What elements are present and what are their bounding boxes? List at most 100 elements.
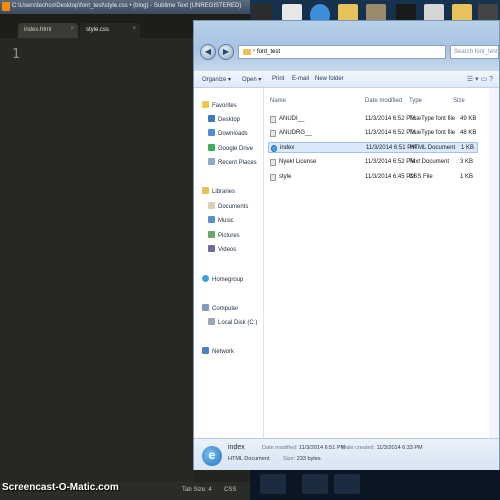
nav-desktop[interactable]: Desktop bbox=[208, 115, 240, 123]
libraries-icon bbox=[202, 187, 209, 194]
nav-pictures[interactable]: Pictures bbox=[208, 231, 240, 239]
documents-icon bbox=[208, 202, 215, 209]
nav-documents[interactable]: Documents bbox=[208, 202, 248, 210]
details-created: Date created: 11/3/2014 6:33 PM bbox=[342, 445, 423, 451]
search-input[interactable]: Search font_test bbox=[450, 45, 499, 59]
text-file-icon bbox=[270, 159, 276, 166]
details-size: Size: 233 bytes bbox=[283, 456, 321, 462]
nav-google-drive[interactable]: Google Drive bbox=[208, 144, 253, 152]
nav-label: Music bbox=[218, 218, 234, 224]
address-path: font_test bbox=[257, 49, 281, 55]
file-date: 11/3/2014 6:51 PM bbox=[366, 145, 417, 151]
address-bar[interactable]: › font_test bbox=[238, 45, 446, 59]
nav-downloads[interactable]: Downloads bbox=[208, 129, 248, 137]
forward-arrow-icon[interactable]: ▶ bbox=[218, 44, 234, 60]
folder-icon bbox=[243, 49, 251, 55]
nav-favorites[interactable]: Favorites bbox=[202, 101, 237, 109]
file-row[interactable]: ANUDRG__ 11/3/2014 6:52 PM TrueType font… bbox=[268, 128, 478, 139]
taskbar-button-2[interactable] bbox=[302, 474, 328, 494]
nav-label: Downloads bbox=[218, 131, 248, 137]
organize-button[interactable]: Organize ▾ bbox=[202, 76, 231, 83]
videos-icon bbox=[208, 245, 215, 252]
code-editor[interactable] bbox=[30, 38, 195, 482]
watermark: Screencast-O-Matic.com bbox=[2, 482, 119, 493]
nav-label: Videos bbox=[218, 247, 237, 253]
explorer-window: ◀ ▶ › font_test Search font_test Organiz… bbox=[193, 20, 500, 470]
css-file-icon bbox=[270, 174, 276, 181]
font-file-icon bbox=[270, 130, 276, 137]
column-header-date[interactable]: Date modified bbox=[365, 98, 402, 104]
file-type: TrueType font file bbox=[409, 130, 456, 136]
file-name: index bbox=[280, 145, 295, 151]
close-icon[interactable]: × bbox=[132, 26, 136, 32]
nav-computer[interactable]: Computer bbox=[202, 304, 238, 312]
file-name: style bbox=[279, 174, 292, 180]
file-row[interactable]: Nyekl License 11/3/2014 6:52 PM Text Doc… bbox=[268, 157, 478, 168]
star-icon bbox=[202, 101, 209, 108]
sublime-title-bar[interactable]: C:\Users\techco\Desktop\font_test\style.… bbox=[0, 0, 250, 14]
explorer-title-frame[interactable]: ◀ ▶ › font_test Search font_test bbox=[194, 21, 499, 71]
file-row[interactable]: ANUDI__ 11/3/2014 6:52 PM TrueType font … bbox=[268, 114, 478, 125]
label: Size: bbox=[283, 456, 296, 462]
file-date: 11/3/2014 6:45 PM bbox=[365, 174, 416, 180]
nav-libraries[interactable]: Libraries bbox=[202, 187, 235, 195]
file-size: 3 KB bbox=[460, 159, 474, 165]
nav-label: Favorites bbox=[212, 103, 237, 109]
open-button[interactable]: Open ▾ bbox=[242, 76, 261, 83]
taskbar-button-1[interactable] bbox=[260, 474, 286, 494]
nav-label: Recent Places bbox=[218, 160, 257, 166]
nav-homegroup[interactable]: Homegroup bbox=[202, 275, 243, 283]
vertical-scrollbar[interactable] bbox=[489, 88, 499, 438]
file-row[interactable]: style 11/3/2014 6:45 PM CSS File 1 KB bbox=[268, 172, 478, 183]
details-modified: Date modified: 11/3/2014 6:51 PM bbox=[262, 445, 345, 451]
nav-label: Local Disk (C:) bbox=[218, 320, 258, 326]
taskbar-strip bbox=[250, 470, 500, 500]
tab-label: index.html bbox=[24, 27, 52, 33]
google-drive-icon bbox=[208, 144, 215, 151]
nav-label: Network bbox=[212, 349, 235, 355]
pictures-icon bbox=[208, 231, 215, 238]
print-button[interactable]: Print bbox=[272, 76, 284, 82]
line-number: 1 bbox=[12, 47, 20, 62]
label: Date modified: bbox=[262, 445, 298, 451]
column-header-name[interactable]: Name bbox=[270, 98, 286, 104]
nav-recent-places[interactable]: Recent Places bbox=[208, 158, 257, 166]
new-folder-button[interactable]: New folder bbox=[315, 76, 344, 82]
ie-html-icon bbox=[271, 145, 277, 152]
nav-videos[interactable]: Videos bbox=[208, 245, 236, 253]
recent-places-icon bbox=[208, 158, 215, 165]
sublime-app-icon bbox=[2, 2, 10, 11]
drive-icon bbox=[208, 318, 215, 325]
nav-label: Computer bbox=[212, 306, 239, 312]
line-number-gutter: 1 bbox=[0, 38, 30, 482]
file-size: 1 KB bbox=[461, 145, 475, 151]
file-type: CSS File bbox=[409, 174, 433, 180]
nav-label: Pictures bbox=[218, 233, 240, 239]
file-row-selected[interactable]: index 11/3/2014 6:51 PM HTML Document 1 … bbox=[268, 142, 478, 153]
nav-music[interactable]: Music bbox=[208, 216, 234, 224]
value: 11/3/2014 6:51 PM bbox=[299, 445, 346, 451]
view-options-icon[interactable]: ☰ ▾ ▭ ? bbox=[467, 75, 493, 83]
explorer-toolbar: Organize ▾ Open ▾ Print E-mail New folde… bbox=[194, 71, 499, 88]
nav-local-disk[interactable]: Local Disk (C:) bbox=[208, 318, 257, 326]
value: 233 bytes bbox=[296, 456, 321, 462]
column-header-size[interactable]: Size bbox=[453, 98, 465, 104]
nav-network[interactable]: Network bbox=[202, 347, 234, 355]
column-header-type[interactable]: Type bbox=[409, 98, 422, 104]
file-type: Text Document bbox=[409, 159, 450, 165]
syntax-indicator[interactable]: CSS bbox=[224, 487, 236, 493]
file-date: 11/3/2014 6:52 PM bbox=[365, 130, 416, 136]
close-icon[interactable]: × bbox=[70, 26, 74, 32]
tab-style-css[interactable]: style.css × bbox=[80, 23, 140, 38]
email-button[interactable]: E-mail bbox=[292, 76, 309, 82]
file-name: Nyekl License bbox=[279, 159, 317, 165]
tab-index-html[interactable]: index.html × bbox=[18, 23, 78, 38]
back-arrow-icon[interactable]: ◀ bbox=[200, 44, 216, 60]
font-file-icon bbox=[270, 116, 276, 123]
sublime-window-title: C:\Users\techco\Desktop\font_test\style.… bbox=[12, 3, 242, 9]
details-pane: e index HTML Document Date modified: 11/… bbox=[194, 438, 499, 470]
label: Date created: bbox=[342, 445, 376, 451]
tab-size-indicator[interactable]: Tab Size: 4 bbox=[182, 487, 212, 493]
taskbar-button-3[interactable] bbox=[334, 474, 360, 494]
details-file-kind: HTML Document bbox=[228, 456, 270, 462]
